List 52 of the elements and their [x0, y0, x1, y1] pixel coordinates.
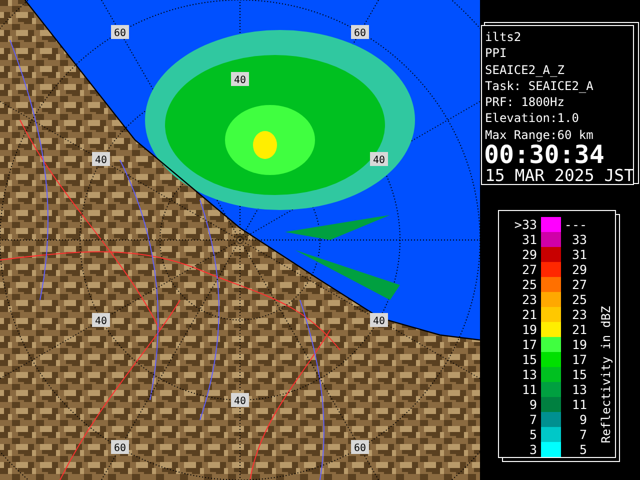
scale-label: 13 [570, 382, 587, 397]
legend-title: Reflectivity in dBZ [599, 306, 613, 443]
scale-label: 11 [520, 382, 538, 397]
scale-label: 7 [578, 427, 587, 442]
scale-label: 27 [520, 262, 538, 277]
range-label: 60 [351, 25, 369, 39]
scale-label: 23 [570, 307, 587, 322]
scale-label: 33 [570, 232, 587, 247]
scale-label: 17 [520, 337, 538, 352]
scale-label: 9 [578, 412, 587, 427]
scale-label: 5 [578, 442, 587, 457]
scale-label: 17 [570, 352, 587, 367]
scale-label: 29 [570, 262, 587, 277]
scale-label: 25 [520, 277, 538, 292]
scale-label: 25 [570, 292, 587, 307]
info-text: Elevation:1.0 [485, 110, 580, 127]
scale-label: 11 [570, 397, 587, 412]
scale-label: 31 [570, 247, 587, 262]
scale-label: 9 [528, 397, 538, 412]
info-text: ilts2 [485, 29, 522, 46]
scale-label: 19 [570, 337, 587, 352]
scale-label: 13 [520, 367, 538, 382]
range-label: 40 [231, 393, 249, 407]
scale-label: >33 [513, 217, 538, 232]
range-label: 60 [111, 25, 129, 39]
scale-label: 21 [570, 322, 587, 337]
info-text: Max Range:60 km [485, 126, 594, 144]
scale-label: 29 [520, 247, 538, 262]
scale-label: 5 [528, 427, 538, 442]
range-label: 60 [351, 440, 369, 454]
date-text: 15 MAR 2025 JST [485, 167, 633, 186]
scale-label: 21 [520, 307, 538, 322]
scale-label: 27 [570, 277, 587, 292]
info-text: PPI [485, 45, 508, 62]
range-label: 40 [370, 313, 388, 327]
info-text: PRF: 1800Hz [485, 94, 566, 110]
scale-label: 15 [520, 352, 538, 367]
info-text: Task: SEAICE2_A [485, 78, 594, 94]
range-label: 40 [92, 313, 110, 327]
scale-label: 19 [520, 322, 538, 337]
scale-label: 31 [520, 232, 538, 247]
range-label: 40 [92, 152, 110, 166]
range-label: 60 [111, 440, 129, 454]
range-label: 40 [231, 72, 249, 86]
info-text: SEAICE2_A_Z [485, 62, 566, 78]
range-label: 40 [370, 152, 388, 166]
scale-label: 23 [520, 292, 538, 307]
scale-label: --- [563, 217, 587, 232]
scale-label: 3 [528, 442, 538, 457]
scale-label: 15 [570, 367, 587, 382]
time-text: 00:30:34 [484, 143, 605, 168]
scale-label: 7 [528, 412, 538, 427]
